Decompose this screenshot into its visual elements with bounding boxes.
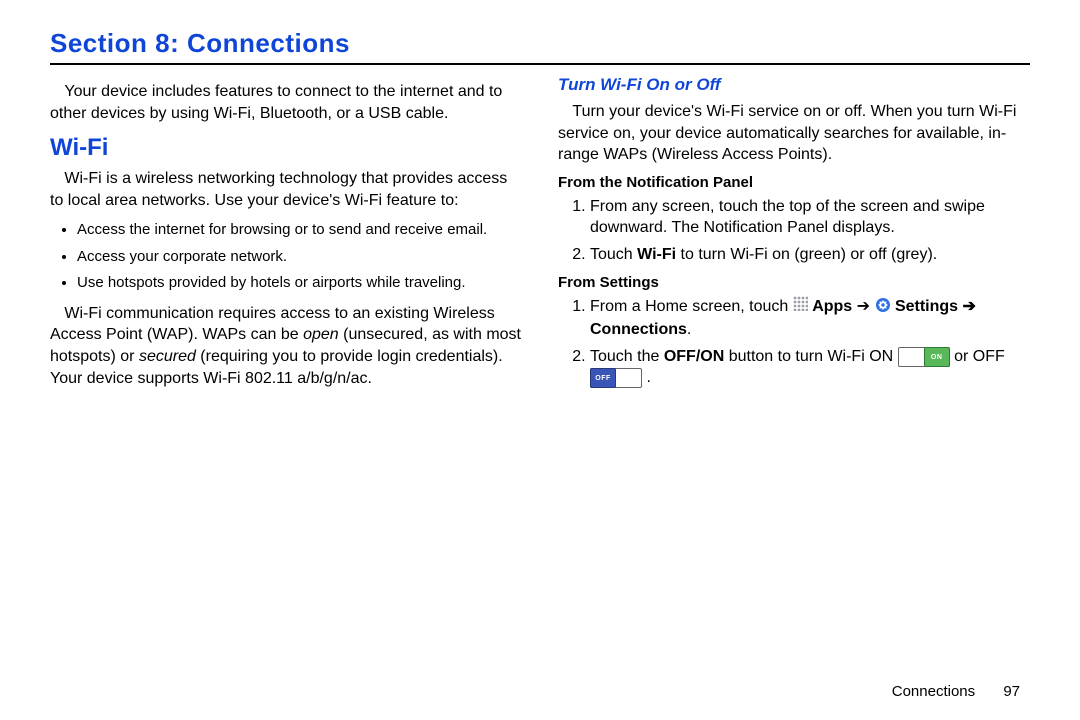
wap-paragraph: Wi-Fi communication requires access to a… (50, 303, 522, 389)
horizontal-rule (50, 63, 1030, 65)
section-title: Section 8: Connections (50, 28, 1030, 59)
step-item: Touch Wi-Fi to turn Wi-Fi on (green) or … (590, 244, 1030, 266)
turn-wifi-paragraph: Turn your device's Wi-Fi service on or o… (558, 101, 1030, 166)
content-columns: Your device includes features to connect… (50, 75, 1030, 397)
settings-gear-icon (875, 297, 891, 320)
wifi-heading: Wi-Fi (50, 134, 522, 162)
intro-paragraph: Your device includes features to connect… (50, 81, 522, 124)
page-footer: Connections 97 (892, 683, 1020, 700)
list-item: Access the internet for browsing or to s… (77, 219, 522, 242)
apps-grid-icon (793, 296, 808, 318)
wifi-off-toggle-icon (590, 368, 642, 388)
list-item: Access your corporate network. (77, 246, 522, 269)
step-item: Touch the OFF/ON button to turn Wi-Fi ON… (590, 346, 1030, 389)
notification-panel-steps: From any screen, touch the top of the sc… (558, 196, 1030, 266)
left-column: Your device includes features to connect… (50, 75, 522, 397)
list-item: Use hotspots provided by hotels or airpo… (77, 272, 522, 295)
right-column: Turn Wi-Fi On or Off Turn your device's … (558, 75, 1030, 397)
from-notification-panel-subhead: From the Notification Panel (558, 174, 1030, 191)
page: Section 8: Connections Your device inclu… (0, 0, 1080, 720)
footer-label: Connections (892, 683, 975, 700)
turn-wifi-heading: Turn Wi-Fi On or Off (558, 75, 1030, 95)
from-settings-steps: From a Home screen, touch Apps ➔ Setting… (558, 296, 1030, 389)
wifi-intro-paragraph: Wi-Fi is a wireless networking technolog… (50, 168, 522, 211)
step-item: From any screen, touch the top of the sc… (590, 196, 1030, 239)
step-item: From a Home screen, touch Apps ➔ Setting… (590, 296, 1030, 341)
wifi-on-toggle-icon (898, 347, 950, 367)
wifi-feature-list: Access the internet for browsing or to s… (50, 219, 522, 295)
from-settings-subhead: From Settings (558, 274, 1030, 291)
page-number: 97 (1003, 683, 1020, 700)
